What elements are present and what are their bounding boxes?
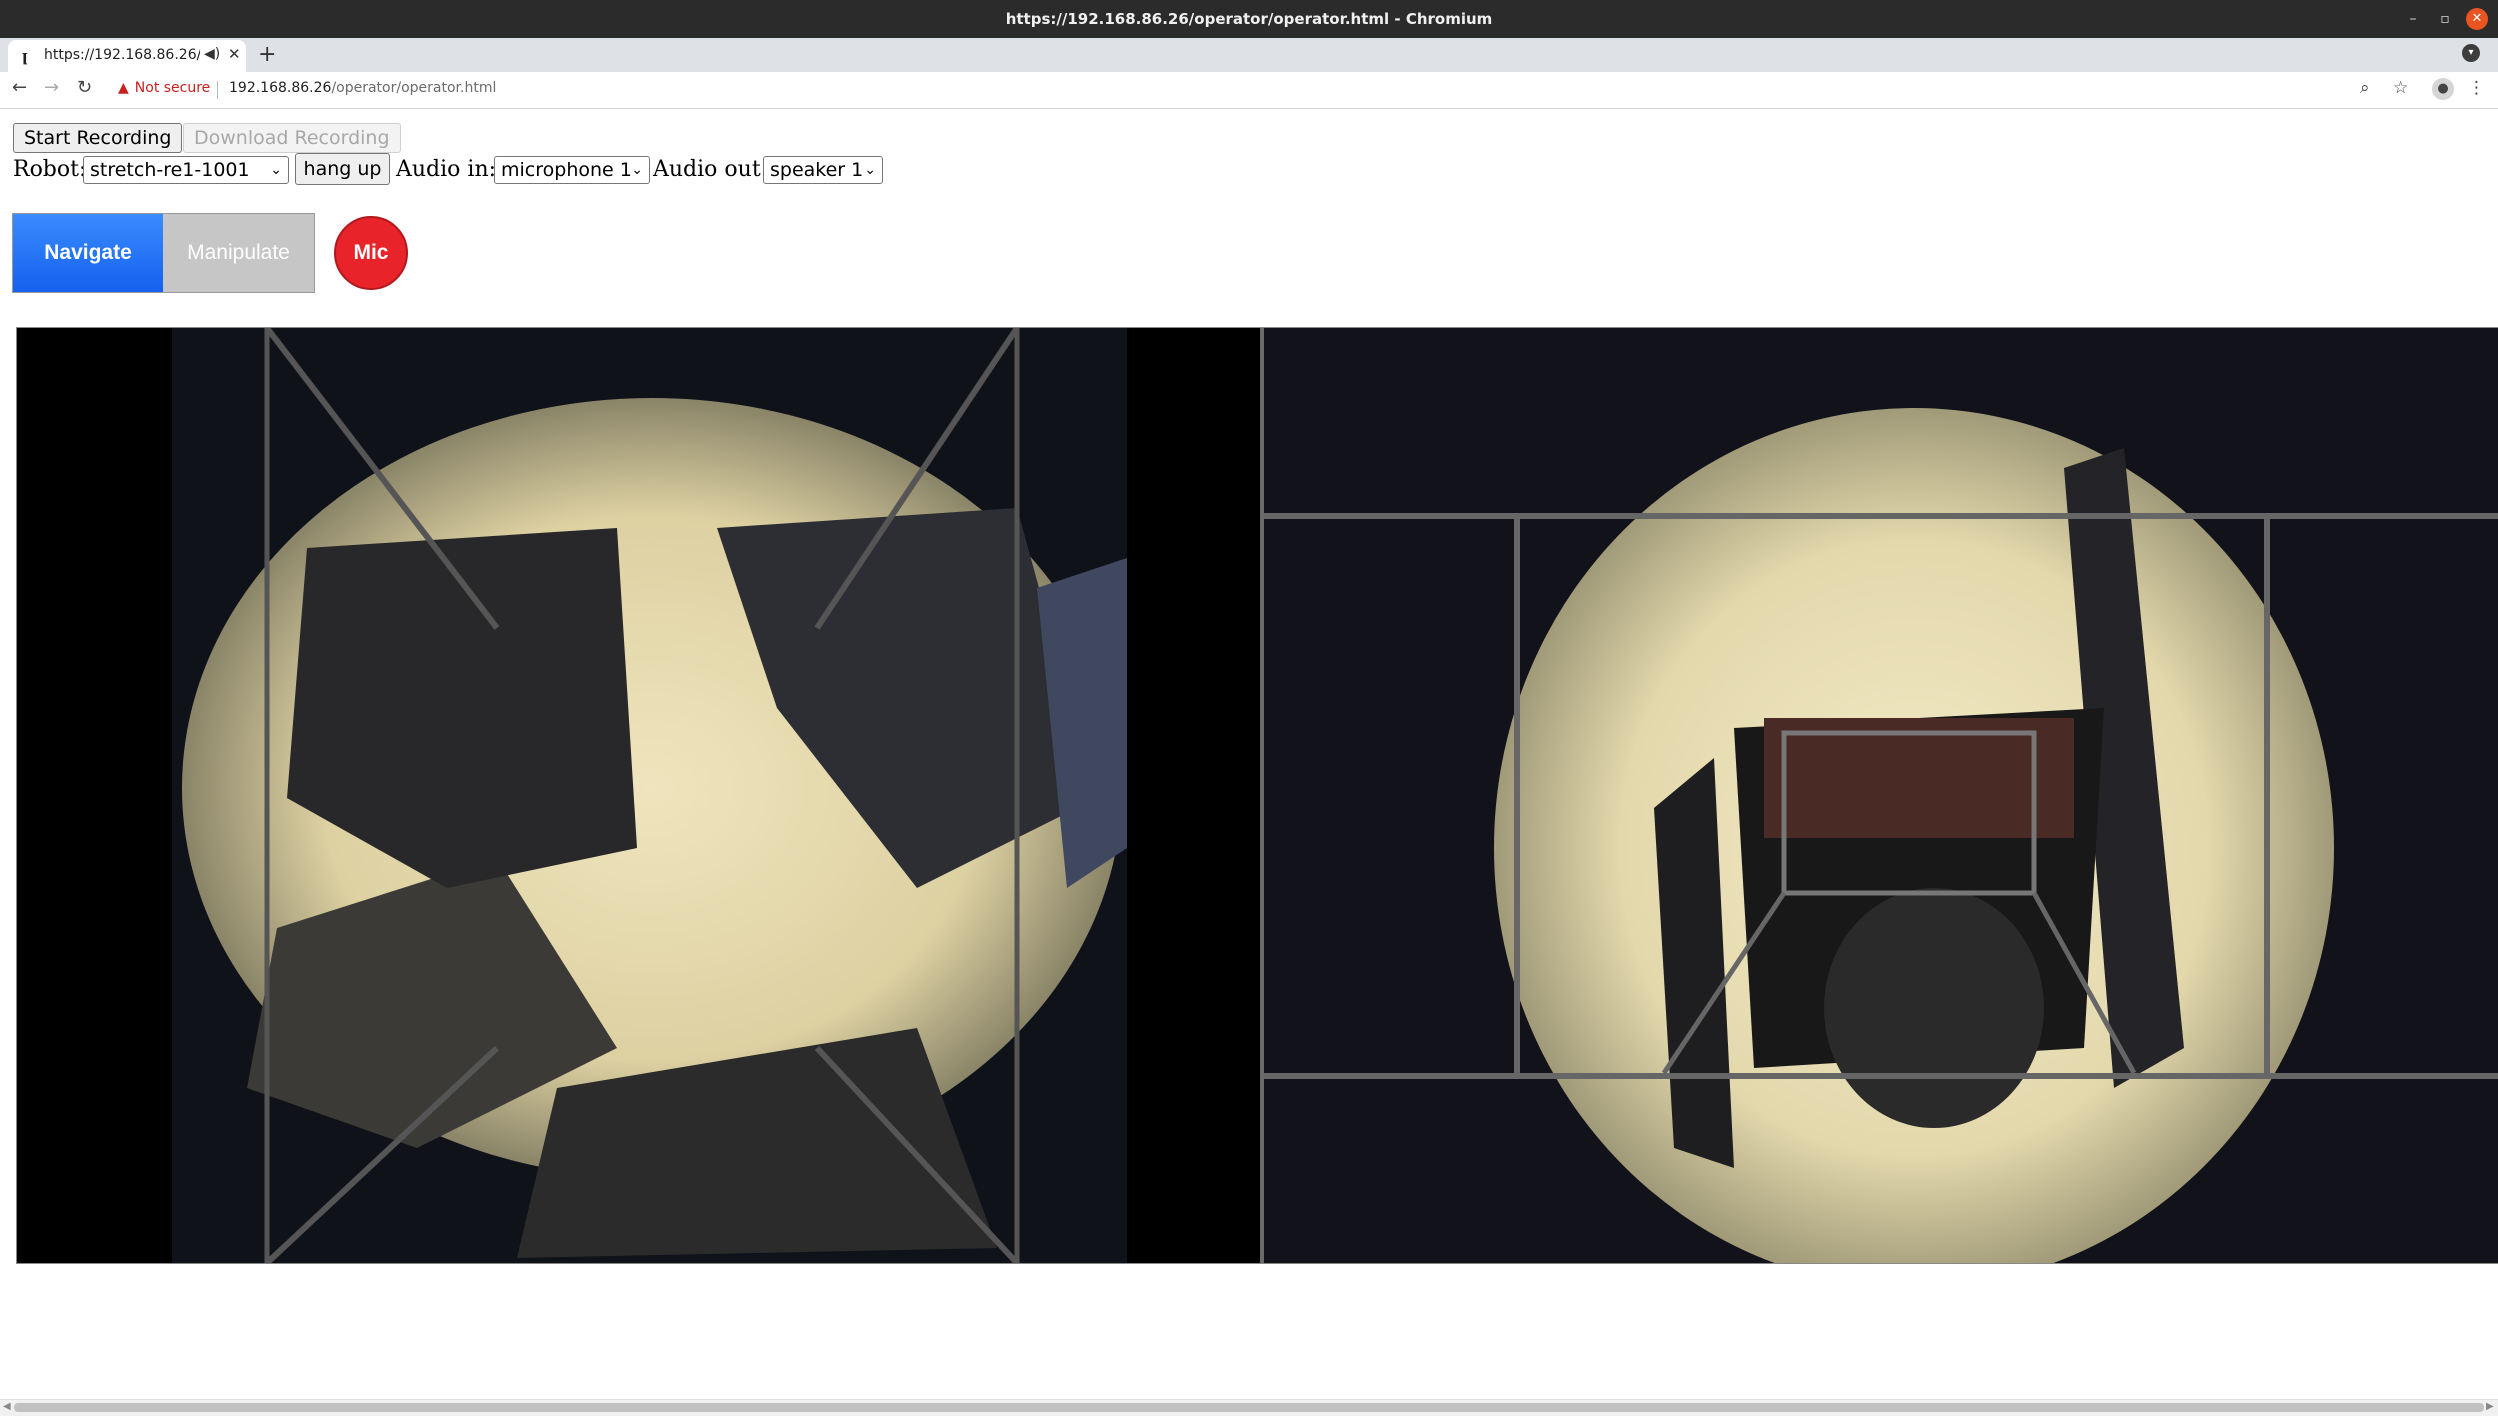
window-title: https://192.168.86.26/operator/operator.… [1005, 10, 1493, 28]
scrollbar-thumb[interactable] [14, 1403, 2484, 1412]
download-recording-button[interactable]: Download Recording [183, 123, 401, 153]
browser-tab[interactable]: ꞁ https://192.168.86.26/ ◀︎) ✕ [8, 40, 246, 72]
chevron-down-icon: ⌄ [631, 162, 643, 178]
window-close-icon[interactable]: ✕ [2466, 8, 2488, 30]
favicon-icon: ꞁ [22, 47, 28, 65]
hang-up-button[interactable]: hang up [295, 153, 390, 185]
start-recording-button[interactable]: Start Recording [13, 123, 183, 153]
back-icon[interactable]: ← [12, 77, 27, 98]
chevron-down-icon: ⌄ [270, 162, 282, 178]
browser-toolbar: ← → ↻ ▲ Not secure 192.168.86.26/operator… [0, 72, 2498, 109]
minimize-icon[interactable]: – [2402, 8, 2424, 30]
robot-select[interactable]: stretch-re1-1001 ⌄ [83, 156, 289, 184]
navigation-camera-video[interactable] [17, 328, 1262, 1263]
mic-button[interactable]: Mic [334, 216, 408, 290]
speaker-muted-icon[interactable]: ◀︎) [204, 46, 220, 62]
reload-icon[interactable]: ↻ [77, 77, 92, 98]
scroll-left-icon[interactable]: ◀ [3, 1401, 11, 1412]
url-host: 192.168.86.26 [229, 80, 332, 96]
tab-close-icon[interactable]: ✕ [228, 45, 241, 63]
address-separator [217, 81, 218, 99]
address-input[interactable]: 192.168.86.26/operator/operator.html [229, 80, 496, 96]
security-indicator[interactable]: ▲ Not secure [118, 80, 210, 96]
window-titlebar: https://192.168.86.26/operator/operator.… [0, 0, 2498, 38]
horizontal-scrollbar[interactable]: ◀ ▶ [0, 1399, 2498, 1416]
tab-strip: ꞁ https://192.168.86.26/ ◀︎) ✕ [0, 38, 2498, 72]
audio-out-value: speaker 1 [770, 159, 864, 181]
video-panel [16, 327, 2498, 1264]
maximize-icon[interactable]: ▫ [2434, 8, 2456, 30]
security-label: Not secure [134, 80, 211, 96]
gripper-camera-image [1264, 328, 2498, 1263]
mode-selector: Navigate Manipulate [12, 213, 315, 293]
new-tab-icon[interactable]: + [258, 42, 276, 67]
audio-in-label: Audio in: [396, 157, 497, 182]
chevron-down-icon: ⌄ [864, 162, 876, 178]
bookmark-star-icon[interactable]: ☆ [2393, 78, 2408, 98]
tab-title: https://192.168.86.26/ [44, 47, 200, 63]
scroll-right-icon[interactable]: ▶ [2486, 1401, 2494, 1412]
audio-in-value: microphone 1 [501, 159, 632, 181]
robot-select-value: stretch-re1-1001 [90, 159, 250, 181]
manipulate-mode-button[interactable]: Manipulate [163, 214, 314, 292]
audio-out-select[interactable]: speaker 1 ⌄ [763, 156, 883, 184]
navigation-camera-image [17, 328, 1262, 1263]
robot-label: Robot: [13, 157, 87, 182]
navigate-mode-button[interactable]: Navigate [13, 214, 163, 292]
warning-icon: ▲ [118, 80, 129, 96]
menu-kebab-icon[interactable]: ⋮ [2468, 78, 2485, 98]
audio-in-select[interactable]: microphone 1 ⌄ [494, 156, 650, 184]
forward-icon[interactable]: → [44, 77, 59, 98]
tab-search-icon[interactable]: ▾ [2462, 44, 2480, 62]
audio-out-label: Audio out: [653, 157, 769, 182]
profile-avatar-icon[interactable]: ● [2432, 78, 2454, 100]
zoom-icon[interactable]: ⌕ [2360, 78, 2370, 98]
url-path: /operator/operator.html [331, 80, 497, 96]
gripper-camera-video[interactable] [1264, 328, 2498, 1263]
